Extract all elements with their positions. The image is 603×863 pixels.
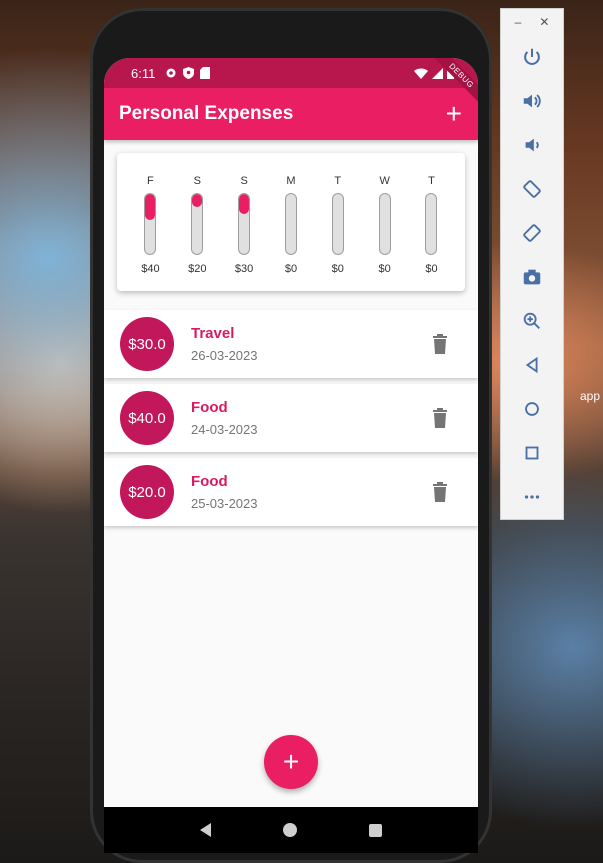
status-bar: 6:11 DEBUG <box>104 58 478 105</box>
delete-icon[interactable] <box>432 334 448 354</box>
chart-bar-fill <box>192 194 203 208</box>
nav-recents-icon[interactable] <box>369 823 382 837</box>
chart-bar-track <box>378 193 391 255</box>
transaction-date: 25-03-2023 <box>191 496 258 511</box>
emulator-toolbar: – ✕ <box>500 8 564 520</box>
delete-icon[interactable] <box>432 408 448 428</box>
desktop-icon-label[interactable]: app <box>580 389 600 403</box>
chart-bar-column: W $0 <box>365 153 405 291</box>
weekly-spending-chart: F $40 S $20 S $30 M $0 T $0 W $0 T $0 <box>117 153 465 291</box>
emulator-window-controls: – ✕ <box>501 9 563 35</box>
overview-icon[interactable] <box>501 431 563 475</box>
transaction-title: Food <box>191 473 228 490</box>
shield-icon <box>183 67 195 79</box>
chart-bar-fill <box>145 194 156 221</box>
phone-frame: 6:11 DEBUG Personal Expenses + F $40 S $20 S… <box>90 8 492 863</box>
chart-amount-label: $0 <box>378 263 391 275</box>
zoom-in-icon[interactable] <box>501 299 563 343</box>
chart-day-label: S <box>240 175 248 187</box>
chart-amount-label: $0 <box>425 263 438 275</box>
back-icon[interactable] <box>501 343 563 387</box>
transaction-item: $20.0 Food 25-03-2023 <box>104 458 478 526</box>
chart-amount-label: $0 <box>284 263 298 275</box>
home-icon[interactable] <box>501 387 563 431</box>
chart-day-label: T <box>334 175 342 187</box>
chart-day-label: S <box>193 175 201 187</box>
status-time: 6:11 <box>131 65 156 81</box>
transaction-date: 24-03-2023 <box>191 422 258 437</box>
chart-day-label: T <box>428 175 435 187</box>
add-fab-button[interactable]: + <box>264 735 318 789</box>
transaction-item: $30.0 Travel 26-03-2023 <box>104 310 478 378</box>
chart-bar-column: T $0 <box>411 153 451 291</box>
sd-card-icon <box>200 67 211 79</box>
nav-back-icon[interactable] <box>200 823 211 837</box>
rotate-left-icon[interactable] <box>501 167 563 211</box>
phone-screen: 6:11 DEBUG Personal Expenses + F $40 S $20 S… <box>104 58 478 853</box>
camera-icon[interactable] <box>501 255 563 299</box>
volume-up-icon[interactable] <box>501 79 563 123</box>
app-bar: Personal Expenses + <box>104 88 478 140</box>
settings-icon <box>166 68 176 78</box>
wifi-icon <box>414 67 428 79</box>
chart-bar-column: F $40 <box>130 153 170 291</box>
chart-amount-label: $0 <box>331 263 344 275</box>
close-icon[interactable]: ✕ <box>539 15 549 29</box>
chart-amount-label: $40 <box>141 263 160 275</box>
chart-bar-column: S $30 <box>224 153 264 291</box>
transaction-title: Food <box>191 399 228 416</box>
add-transaction-button[interactable]: + <box>446 100 462 128</box>
chart-bar-column: M $0 <box>271 153 311 291</box>
chart-bar-column: S $20 <box>177 153 217 291</box>
minimize-icon[interactable]: – <box>515 15 522 29</box>
delete-icon[interactable] <box>432 482 448 502</box>
chart-day-label: F <box>147 175 154 187</box>
chart-bar-track <box>331 193 344 255</box>
amount-avatar: $20.0 <box>120 465 174 519</box>
amount-avatar: $40.0 <box>120 391 174 445</box>
android-nav-bar <box>104 807 478 853</box>
chart-bar-track <box>144 193 157 255</box>
chart-amount-label: $30 <box>234 263 254 275</box>
chart-bar-track <box>238 193 251 255</box>
chart-bar-fill <box>239 194 250 214</box>
transaction-title: Travel <box>191 325 235 342</box>
chart-amount-label: $20 <box>188 263 207 275</box>
transaction-date: 26-03-2023 <box>191 348 258 363</box>
nav-home-icon[interactable] <box>283 823 297 837</box>
volume-down-icon[interactable] <box>501 123 563 167</box>
chart-bar-track <box>425 193 438 255</box>
more-icon[interactable] <box>501 475 563 519</box>
transaction-list: $30.0 Travel 26-03-2023 $40.0 Food 24-03-2023… <box>104 310 478 532</box>
chart-bar-track <box>191 193 204 255</box>
chart-day-label: W <box>379 175 390 187</box>
rotate-right-icon[interactable] <box>501 211 563 255</box>
page-title: Personal Expenses <box>119 103 294 124</box>
signal-icon <box>432 67 443 79</box>
amount-avatar: $30.0 <box>120 317 174 371</box>
power-icon[interactable] <box>501 35 563 79</box>
chart-bar-column: T $0 <box>318 153 358 291</box>
chart-bar-track <box>284 193 297 255</box>
transaction-item: $40.0 Food 24-03-2023 <box>104 384 478 452</box>
chart-day-label: M <box>286 175 296 187</box>
